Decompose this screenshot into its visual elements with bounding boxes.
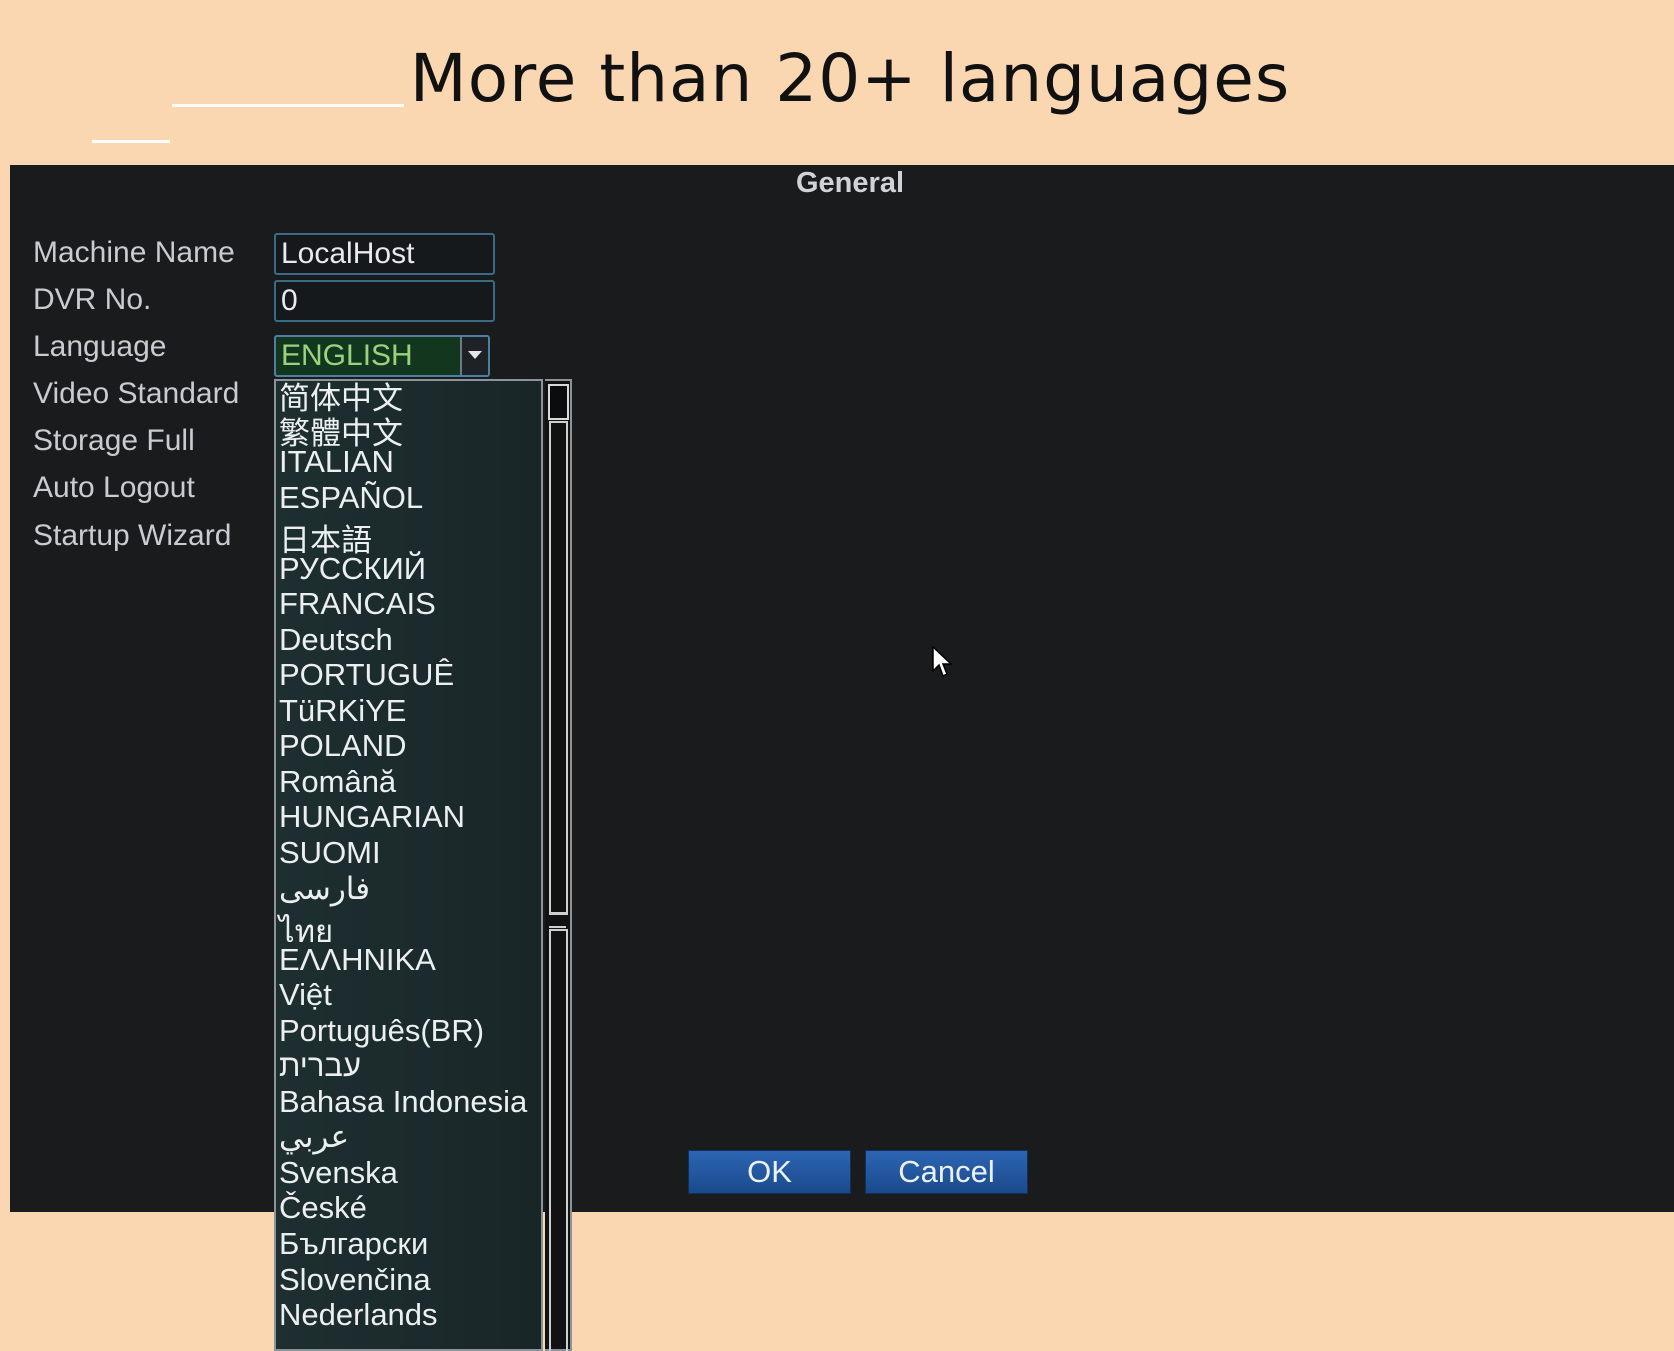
language-option[interactable]: České	[279, 1190, 367, 1226]
language-option[interactable]: Bahasa Indonesia	[279, 1084, 527, 1120]
language-option[interactable]: PORTUGUÊ	[279, 657, 454, 693]
language-option[interactable]: فارسی	[279, 871, 370, 907]
storage-full-label: Storage Full	[33, 424, 195, 457]
language-option[interactable]: HUNGARIAN	[279, 799, 465, 835]
language-option[interactable]: Svenska	[279, 1155, 398, 1191]
banner-decor-line	[92, 140, 170, 143]
language-option[interactable]: TüRKiYE	[279, 693, 406, 729]
dropdown-scrollbar[interactable]	[545, 379, 572, 1351]
language-option[interactable]: ESPAÑOL	[279, 480, 423, 516]
language-option[interactable]: POLAND	[279, 728, 406, 764]
language-selected-value: ENGLISH	[281, 339, 413, 372]
language-option[interactable]: עברית	[279, 1048, 361, 1084]
language-option[interactable]: عربي	[279, 1119, 349, 1155]
language-option[interactable]: Slovenčina	[279, 1262, 431, 1298]
language-option[interactable]: Việt	[279, 977, 332, 1013]
language-dropdown-list: 简体中文 繁體中文 ITALIAN ESPAÑOL 日本語 РУССКИЙ FR…	[274, 379, 543, 1351]
scroll-track[interactable]	[549, 929, 568, 1351]
language-option[interactable]: ΕΛΛΗΝΙΚΑ	[279, 942, 436, 978]
dvr-no-label: DVR No.	[33, 283, 152, 316]
auto-logout-label: Auto Logout	[33, 471, 195, 504]
video-standard-label: Video Standard	[33, 377, 240, 410]
language-option[interactable]: Română	[279, 764, 396, 800]
language-select[interactable]: ENGLISH	[274, 335, 490, 377]
dvr-no-field[interactable]: 0	[274, 280, 495, 322]
language-label: Language	[33, 330, 167, 363]
language-option[interactable]: Português(BR)	[279, 1013, 484, 1049]
scroll-up-button[interactable]	[548, 384, 569, 420]
language-option[interactable]: РУССКИЙ	[279, 551, 426, 587]
language-option[interactable]: SUOMI	[279, 835, 381, 871]
mouse-pointer-icon	[932, 646, 953, 678]
machine-name-field[interactable]: LocalHost	[274, 233, 495, 275]
ok-button[interactable]: OK	[688, 1150, 851, 1194]
startup-wizard-label: Startup Wizard	[33, 519, 232, 552]
language-option[interactable]: FRANCAIS	[279, 586, 436, 622]
dropdown-arrow-button[interactable]	[460, 337, 488, 375]
banner-decor-line	[172, 104, 404, 107]
machine-name-label: Machine Name	[33, 236, 235, 269]
window-title: General	[796, 167, 904, 199]
promo-banner: More than 20+ languages	[0, 0, 1674, 163]
general-settings-window	[10, 165, 1674, 1212]
chevron-down-icon	[468, 351, 482, 359]
language-option[interactable]: Deutsch	[279, 622, 393, 658]
scroll-grip[interactable]	[549, 912, 566, 928]
language-option[interactable]: Nederlands	[279, 1297, 438, 1333]
cancel-button[interactable]: Cancel	[865, 1150, 1028, 1194]
language-option[interactable]: ITALIAN	[279, 444, 394, 480]
language-option[interactable]: Български	[279, 1226, 428, 1262]
scroll-thumb[interactable]	[549, 421, 568, 915]
